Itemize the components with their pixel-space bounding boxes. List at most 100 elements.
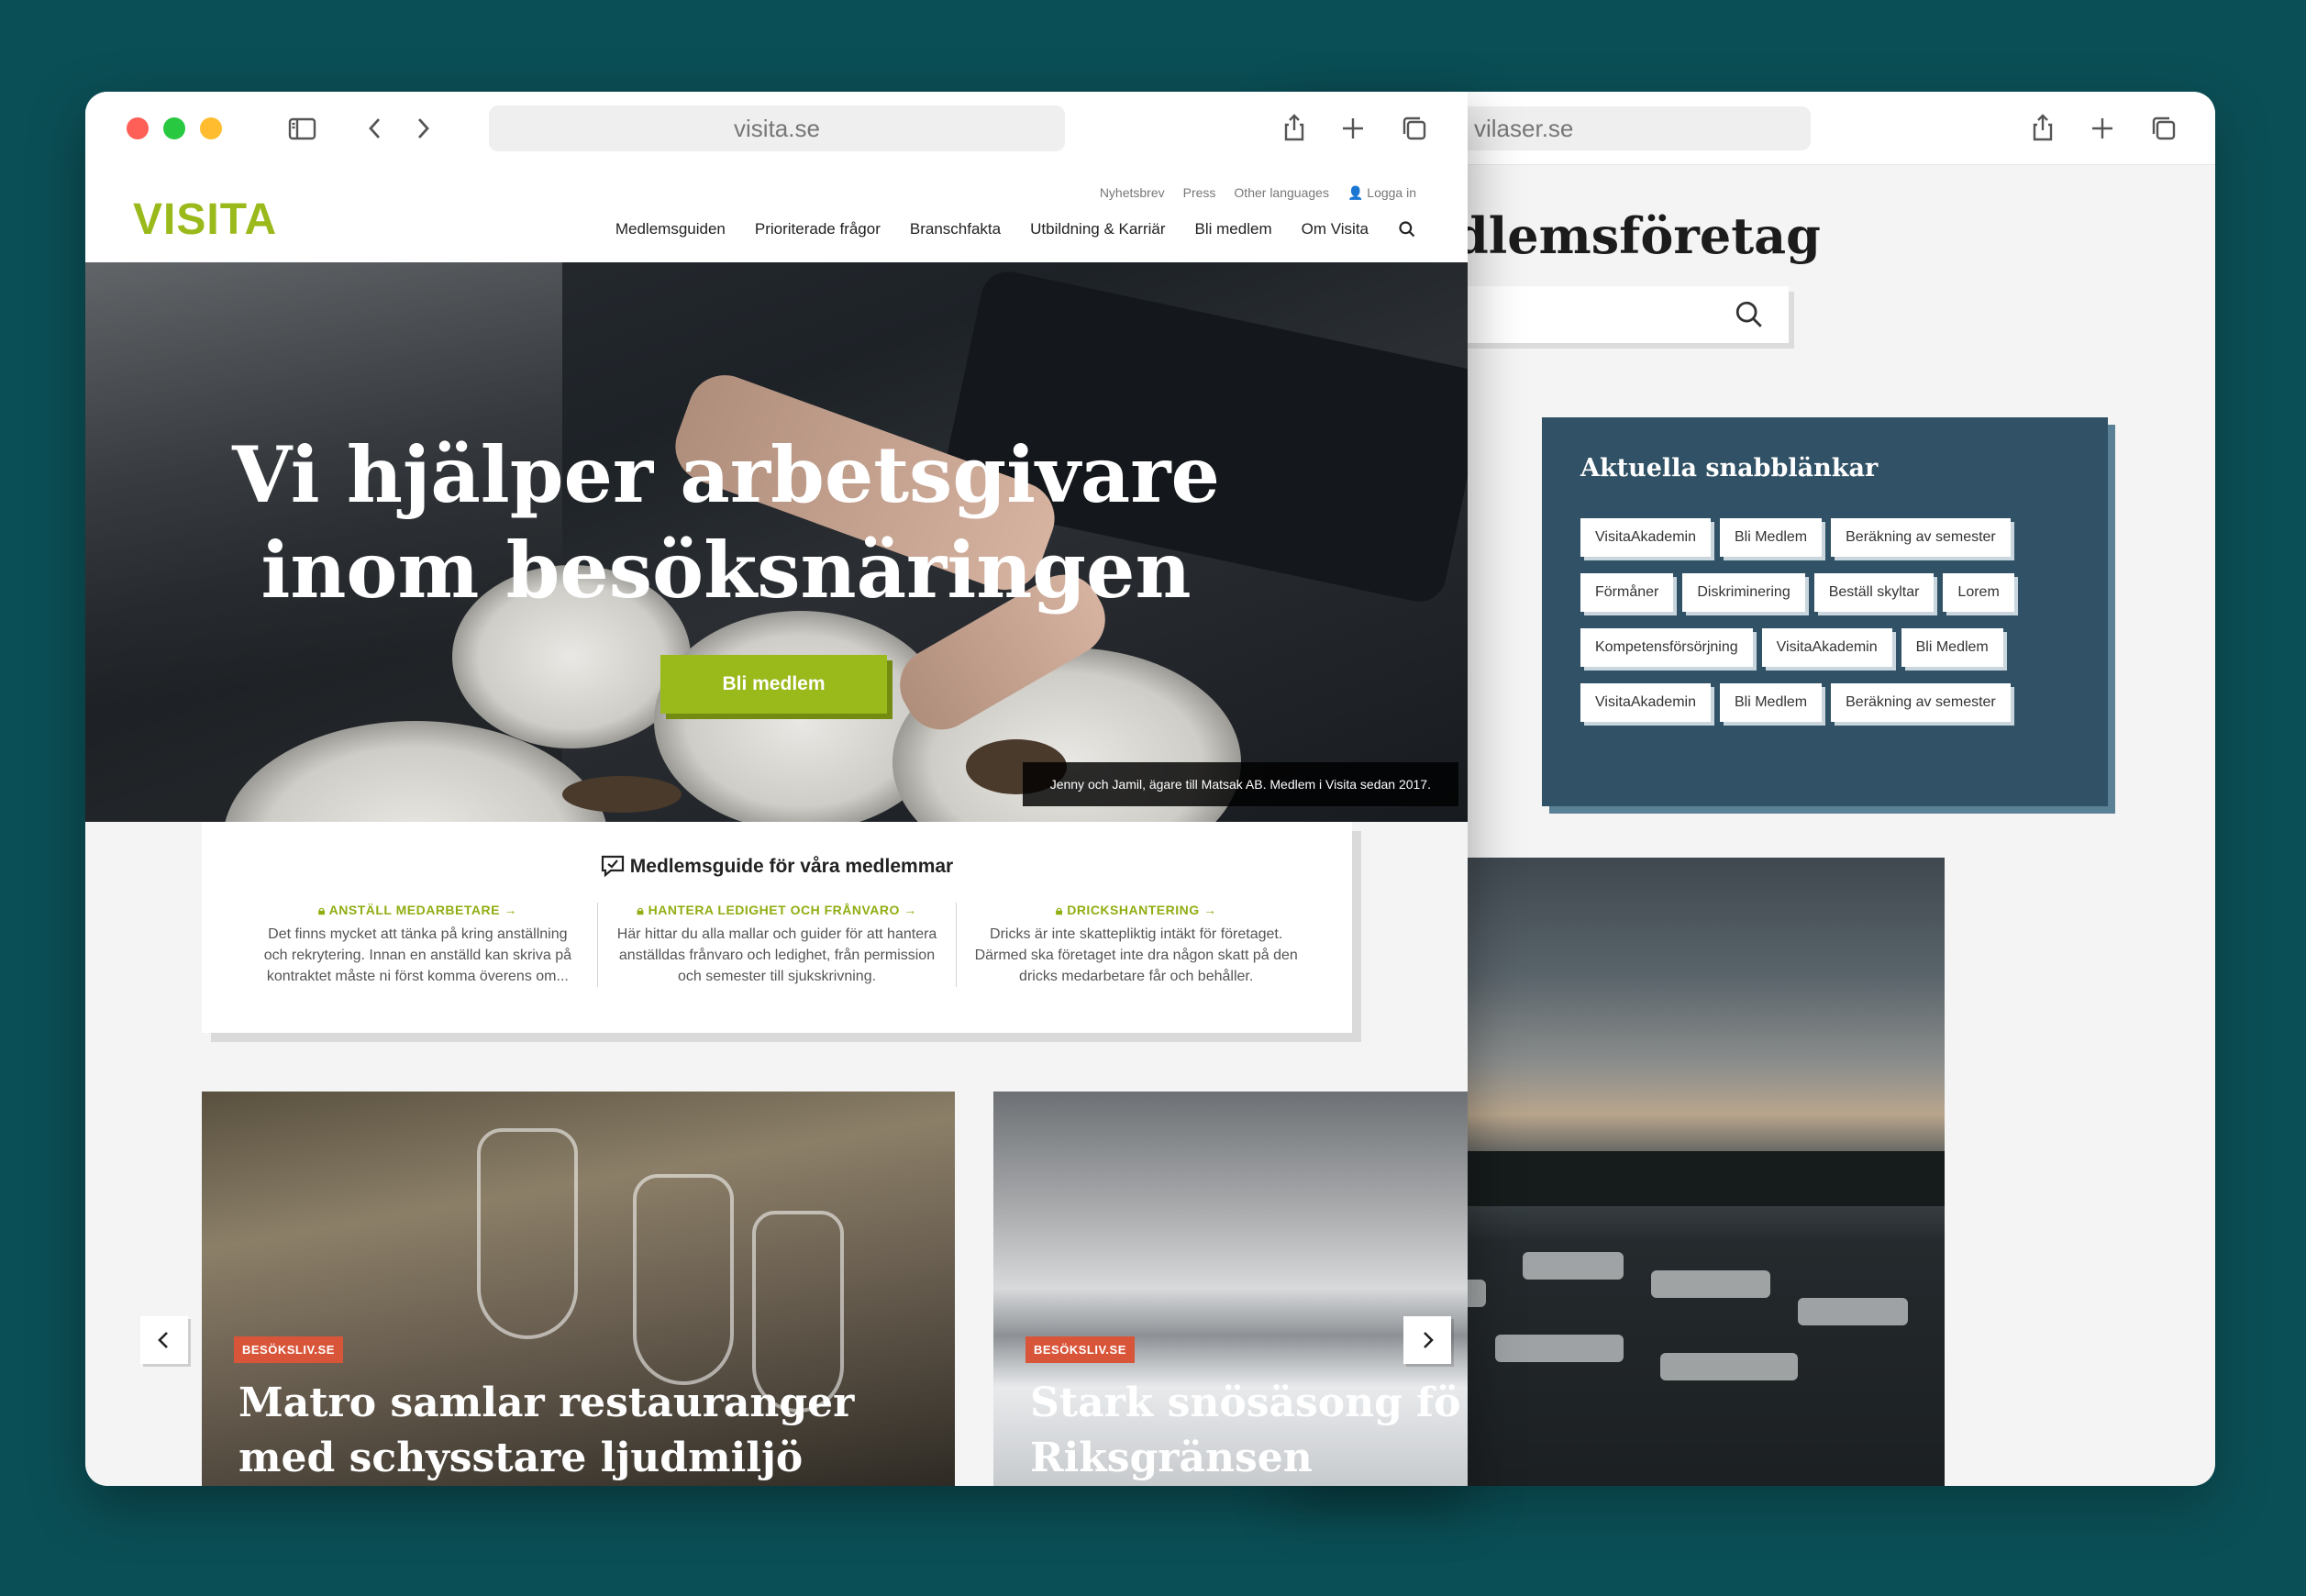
chevron-right-icon [1424, 1332, 1434, 1348]
arrow-right-icon: → [1203, 903, 1217, 917]
arrow-right-icon: → [904, 903, 917, 917]
nav-item-bli-medlem[interactable]: Bli medlem [1195, 220, 1272, 238]
article-title-line1: Matro samlar restauranger [238, 1380, 855, 1426]
close-window-button[interactable] [127, 117, 149, 139]
carousel-prev-button[interactable] [140, 1316, 188, 1364]
quicklink-chip[interactable]: Diskriminering [1682, 573, 1805, 612]
category-tag[interactable]: BESÖKSLIV.SE [234, 1336, 343, 1363]
quicklink-chip[interactable]: VisitaAkademin [1761, 628, 1892, 667]
newsletter-link[interactable]: Nyhetsbrev [1100, 185, 1165, 201]
hero-caption: Jenny och Jamil, ägare till Matsak AB. M… [1022, 762, 1458, 806]
guide-link-label: HANTERA LEDIGHET OCH FRÅNVARO [648, 903, 900, 917]
chevron-left-icon [158, 1332, 168, 1348]
member-guide-columns: 🔒︎ ANSTÄLL MEDARBETARE → Det finns mycke… [238, 903, 1315, 987]
guide-link[interactable]: 🔒︎ HANTERA LEDIGHET OCH FRÅNVARO → [615, 903, 940, 918]
tabs-overview-icon[interactable] [1394, 108, 1435, 149]
quicklink-chip[interactable]: VisitaAkademin [1580, 518, 1711, 557]
press-link[interactable]: Press [1183, 185, 1216, 201]
login-link[interactable]: 👤 Logga in [1347, 185, 1416, 201]
member-guide-title: Medlemsguide för våra medlemmar [202, 855, 1352, 878]
guide-link[interactable]: 🔒︎ DRICKSHANTERING → [973, 903, 1299, 918]
guide-link-label: DRICKSHANTERING [1067, 903, 1200, 917]
food [562, 776, 682, 813]
category-tag[interactable]: BESÖKSLIV.SE [1026, 1336, 1135, 1363]
hero-headline: Vi hjälper arbetsgivare inom besöksnärin… [85, 427, 1468, 618]
nav-item-branschfakta[interactable]: Branschfakta [910, 220, 1001, 238]
login-label: Logga in [1367, 185, 1416, 200]
address-bar[interactable]: visita.se [489, 105, 1065, 151]
quicklink-chip[interactable]: Beställ skyltar [1813, 573, 1935, 612]
caravan [1651, 1270, 1770, 1298]
page-title: dlemsföretag [1454, 206, 1821, 265]
quicklink-chip[interactable]: Bli Medlem [1719, 683, 1823, 722]
sidebar-icon[interactable] [282, 108, 322, 149]
hero-headline-line2: inom besöksnäringen [261, 525, 1192, 615]
quicklinks-list: VisitaAkademin Bli Medlem Beräkning av s… [1580, 518, 2094, 738]
caravan [1523, 1252, 1624, 1280]
lock-icon: 🔒︎ [1055, 903, 1063, 917]
wine-glass [477, 1128, 578, 1339]
tabs-overview-icon[interactable] [2144, 108, 2184, 149]
search-icon[interactable] [1734, 299, 1765, 330]
forward-arrow-icon[interactable] [402, 108, 442, 149]
quicklink-chip[interactable]: Beräkning av semester [1831, 683, 2011, 722]
article-title-line2: med schysstare ljudmiljö [238, 1435, 804, 1481]
quicklink-chip[interactable]: Bli Medlem [1901, 628, 2003, 667]
visita-logo[interactable]: VISITA [133, 194, 277, 245]
new-tab-icon[interactable] [2082, 108, 2123, 149]
guide-description: Det finns mycket att tänka på kring anst… [263, 926, 571, 984]
quicklinks-panel: Aktuella snabblänkar VisitaAkademin Bli … [1542, 417, 2108, 806]
hero-banner: Vi hjälper arbetsgivare inom besöksnärin… [85, 262, 1468, 822]
minimize-window-button[interactable] [200, 117, 222, 139]
share-icon[interactable] [1274, 108, 1314, 149]
quicklink-chip[interactable]: Beräkning av semester [1831, 518, 2011, 557]
wine-glass [633, 1174, 734, 1385]
arrow-right-icon: → [504, 903, 517, 917]
browser-window-visita: visita.se VISITA Nyhetsbrev Press Other … [85, 92, 1468, 1486]
new-tab-icon[interactable] [1333, 108, 1373, 149]
chat-check-icon [601, 855, 624, 877]
become-member-button[interactable]: Bli medlem [660, 655, 887, 714]
lock-icon: 🔒︎ [637, 903, 645, 917]
main-nav: Medlemsguiden Prioriterade frågor Bransc… [615, 220, 1416, 238]
article-card[interactable]: BESÖKSLIV.SE Stark snösäsong fö Riksgrän… [993, 1092, 1468, 1486]
utility-nav: Nyhetsbrev Press Other languages 👤 Logga… [1100, 185, 1416, 201]
article-title: Matro samlar restauranger med schysstare… [238, 1376, 854, 1486]
article-card[interactable]: BESÖKSLIV.SE Matro samlar restauranger m… [202, 1092, 955, 1486]
languages-link[interactable]: Other languages [1234, 185, 1329, 201]
guide-description: Här hittar du alla mallar och guider för… [616, 926, 937, 984]
quicklink-chip[interactable]: VisitaAkademin [1580, 683, 1711, 722]
browser-toolbar: visita.se [85, 92, 1468, 167]
nav-item-om-visita[interactable]: Om Visita [1302, 220, 1369, 238]
quicklink-chip[interactable]: Kompetensförsörjning [1580, 628, 1753, 667]
guide-column: 🔒︎ HANTERA LEDIGHET OCH FRÅNVARO → Här h… [598, 903, 958, 987]
caravan [1660, 1353, 1798, 1380]
back-arrow-icon[interactable] [356, 108, 396, 149]
article-title-line2: Riksgränsen [1030, 1435, 1313, 1481]
zoom-window-button[interactable] [163, 117, 185, 139]
article-title: Stark snösäsong fö Riksgränsen [1030, 1376, 1460, 1486]
lock-icon: 🔒︎ [317, 903, 326, 917]
user-icon: 👤 [1347, 185, 1364, 200]
quicklink-chip[interactable]: Lorem [1943, 573, 2014, 612]
hero-headline-line1: Vi hjälper arbetsgivare [232, 429, 1220, 520]
quicklink-chip[interactable]: Förmåner [1580, 573, 1674, 612]
quicklink-chip[interactable]: Bli Medlem [1719, 518, 1823, 557]
member-guide-panel: Medlemsguide för våra medlemmar 🔒︎ ANSTÄ… [202, 822, 1352, 1033]
guide-link-label: ANSTÄLL MEDARBETARE [328, 903, 500, 917]
guide-column: 🔒︎ ANSTÄLL MEDARBETARE → Det finns mycke… [238, 903, 598, 987]
search-icon[interactable] [1398, 220, 1416, 238]
caravan [1798, 1298, 1908, 1325]
share-icon[interactable] [2023, 108, 2063, 149]
carousel-next-button[interactable] [1403, 1316, 1451, 1364]
site-header: VISITA Nyhetsbrev Press Other languages … [85, 167, 1468, 262]
guide-description: Dricks är inte skattepliktig intäkt för … [974, 926, 1298, 984]
member-guide-title-text: Medlemsguide för våra medlemmar [629, 856, 954, 877]
nav-item-prioriterade-fragor[interactable]: Prioriterade frågor [755, 220, 881, 238]
article-title-line1: Stark snösäsong fö [1030, 1380, 1461, 1426]
nav-item-medlemsguiden[interactable]: Medlemsguiden [615, 220, 726, 238]
quicklinks-title: Aktuella snabblänkar [1580, 454, 1879, 482]
nav-item-utbildning-karriar[interactable]: Utbildning & Karriär [1030, 220, 1165, 238]
caravan [1495, 1335, 1624, 1362]
guide-link[interactable]: 🔒︎ ANSTÄLL MEDARBETARE → [255, 903, 581, 918]
